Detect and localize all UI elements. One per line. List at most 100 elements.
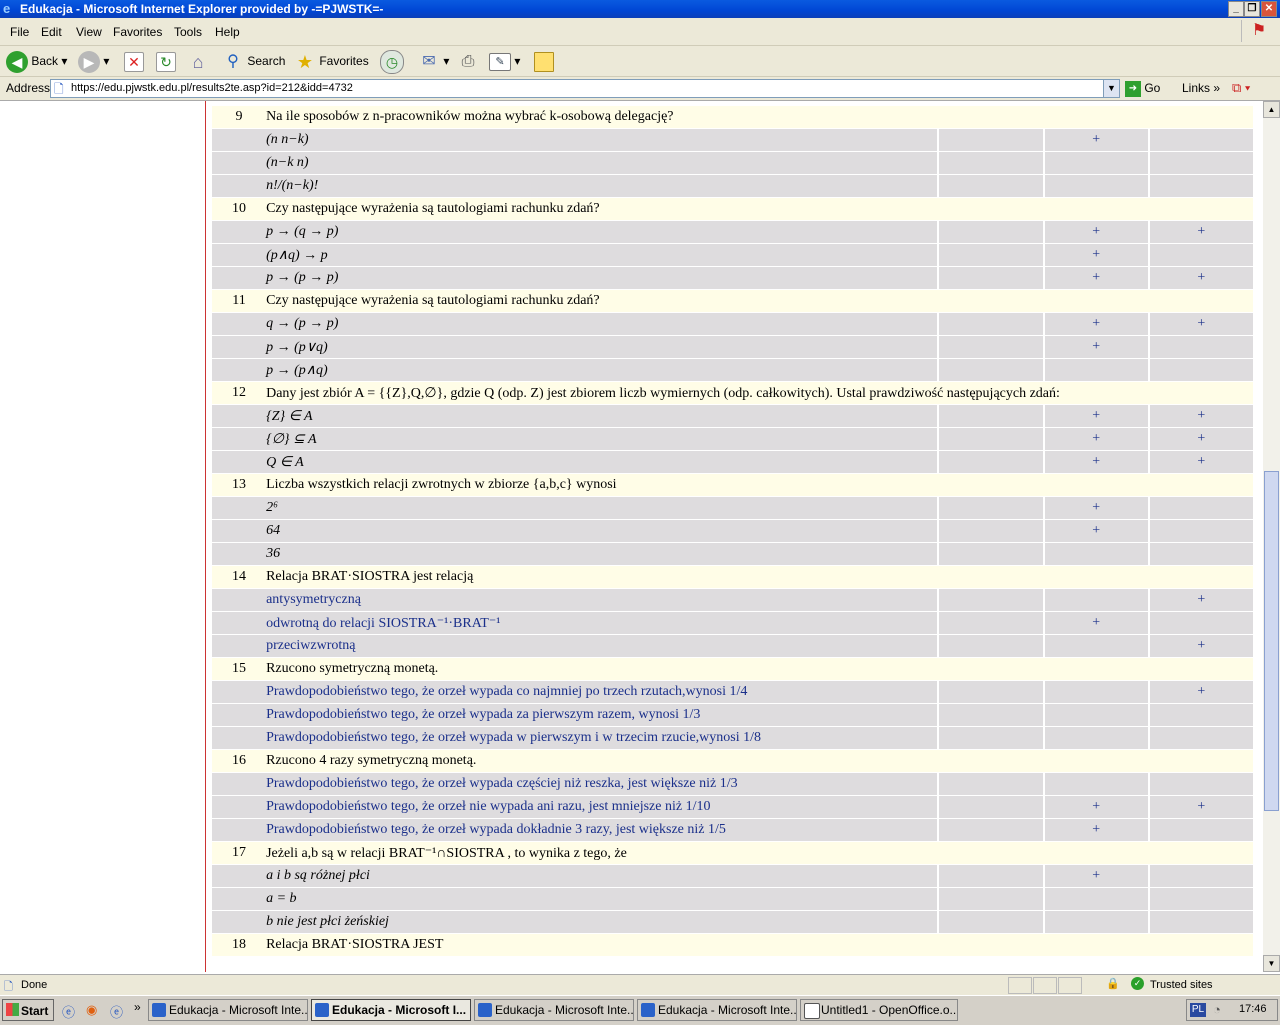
answer-spacer (212, 267, 267, 290)
quicklaunch-ie-icon[interactable]: ⓔ (62, 1002, 75, 1021)
search-button[interactable]: ⚲ Search (222, 50, 285, 72)
answer-mark-col-2 (1042, 911, 1148, 934)
maximize-button[interactable]: ❐ (1244, 1, 1260, 17)
menu-tools[interactable]: Tools (174, 25, 202, 39)
menu-edit[interactable]: Edit (41, 25, 62, 39)
toolbar: ◀ Back ▾ ▶ ▾ ✕ ↻ ⌂ ⚲ Search ★ Favorites … (0, 46, 1280, 77)
answer-mark-col-1 (937, 152, 1043, 175)
status-bar: 🗋 Done 🔒 ✓ Trusted sites (0, 974, 1280, 995)
menu-file[interactable]: File (10, 25, 29, 39)
answer-mark-col-1 (937, 819, 1043, 842)
task-ie-1[interactable]: Edukacja - Microsoft Inte... (148, 999, 308, 1021)
task-openoffice[interactable]: Untitled1 - OpenOffice.o... (800, 999, 958, 1021)
scroll-down-arrow-icon[interactable]: ▼ (1263, 955, 1280, 972)
answer-mark-col-3: + (1147, 405, 1253, 428)
question-number: 9 (212, 106, 267, 129)
quicklaunch-more-icon[interactable]: » (134, 1000, 141, 1014)
favorites-button[interactable]: ★ Favorites (294, 50, 369, 72)
mail-button[interactable]: ✉ ▾ (418, 50, 449, 72)
answer-text: (n n−k) (266, 129, 938, 152)
go-button[interactable]: ➜ Go (1125, 79, 1160, 98)
answer-mark-col-3: + (1147, 267, 1253, 290)
trusted-check-icon: ✓ (1131, 977, 1144, 990)
question-text: Czy następujące wyrażenia są tautologiam… (266, 290, 1253, 313)
home-button[interactable]: ⌂ (187, 50, 209, 72)
answer-spacer (212, 428, 267, 451)
vertical-scrollbar[interactable]: ▲ ▼ (1263, 101, 1280, 972)
answer-mark-col-1 (937, 520, 1043, 543)
task-ie-4[interactable]: Edukacja - Microsoft Inte... (637, 999, 797, 1021)
answer-mark-col-2: + (1042, 612, 1148, 635)
menu-favorites[interactable]: Favorites (113, 25, 162, 39)
forward-button[interactable]: ▶ ▾ (78, 50, 109, 73)
answer-mark-col-3 (1147, 336, 1253, 359)
task-ie-2-active[interactable]: Edukacja - Microsoft I... (311, 999, 471, 1021)
back-button[interactable]: ◀ Back ▾ (6, 50, 67, 73)
answer-row: 36 (212, 543, 1253, 566)
notes-button[interactable] (534, 50, 554, 72)
answer-text: b nie jest płci żeńskiej (266, 911, 938, 934)
answer-text: {∅} ⊆ A (266, 428, 938, 451)
minimize-button[interactable]: _ (1228, 1, 1244, 17)
refresh-icon: ↻ (156, 51, 176, 72)
edit-button[interactable]: ✎ ▾ (489, 50, 520, 72)
answer-mark-col-1 (937, 727, 1043, 750)
answer-row: Q ∈ A + + (212, 451, 1253, 474)
back-arrow-icon: ◀ (6, 50, 28, 73)
history-button[interactable]: ◷ (380, 50, 404, 74)
refresh-button[interactable]: ↻ (156, 50, 176, 72)
close-button[interactable]: ✕ (1261, 1, 1277, 17)
answer-mark-col-1 (937, 359, 1043, 382)
security-zone: Trusted sites (1150, 979, 1213, 991)
answer-row: odwrotną do relacji SIOSTRA⁻¹·BRAT⁻¹ + (212, 612, 1253, 635)
links-button[interactable]: Links » (1182, 81, 1220, 95)
answer-text: (n−k n) (266, 152, 938, 175)
answer-text: p → (p → p) (266, 267, 938, 290)
results-table: 9 Na ile sposobów z n-pracowników można w… (212, 106, 1253, 957)
answer-mark-col-3 (1147, 129, 1253, 152)
answer-mark-col-1 (937, 405, 1043, 428)
quicklaunch-firefox-icon[interactable]: ◉ (86, 1002, 97, 1018)
question-text: Relacja BRAT·SIOSTRA JEST (266, 934, 1253, 957)
answer-mark-col-2: + (1042, 428, 1148, 451)
print-button[interactable]: ⎙ (457, 50, 479, 72)
scroll-up-arrow-icon[interactable]: ▲ (1263, 101, 1280, 118)
question-text: Dany jest zbiór A = {{Z},Q,∅}, gdzie Q (… (266, 382, 1253, 405)
answer-row: b nie jest płci żeńskiej (212, 911, 1253, 934)
page-icon: 🗋 (54, 82, 64, 96)
ie-icon (641, 1003, 655, 1017)
printer-icon: ⎙ (461, 52, 475, 70)
answer-text: p → (q → p) (266, 221, 938, 244)
forward-arrow-icon: ▶ (78, 50, 100, 73)
answer-mark-col-1 (937, 244, 1043, 267)
answer-mark-col-3: + (1147, 451, 1253, 474)
status-text: Done (21, 979, 48, 991)
answer-mark-col-2 (1042, 543, 1148, 566)
task-ie-3[interactable]: Edukacja - Microsoft Inte... (474, 999, 634, 1021)
address-input[interactable]: 🗋 https://edu.pjwstk.edu.pl/results2te.a… (50, 79, 1120, 98)
address-dropdown-icon[interactable]: ▼ (1103, 80, 1119, 97)
tray-app-icon[interactable]: ◔ (1213, 1002, 1221, 1017)
answer-row: 64 + (212, 520, 1253, 543)
answer-text: 36 (266, 543, 938, 566)
answer-mark-col-2: + (1042, 497, 1148, 520)
start-button[interactable]: Start (2, 999, 54, 1021)
stop-button[interactable]: ✕ (124, 50, 144, 72)
answer-mark-col-3 (1147, 819, 1253, 842)
question-number: 10 (212, 198, 267, 221)
scroll-thumb[interactable] (1264, 471, 1279, 811)
language-indicator[interactable]: PL (1190, 1003, 1206, 1017)
go-arrow-icon: ➜ (1125, 80, 1141, 97)
history-icon: ◷ (380, 50, 404, 74)
quicklaunch-browser-icon[interactable]: ⓔ (110, 1002, 123, 1021)
answer-spacer (212, 497, 267, 520)
menu-help[interactable]: Help (215, 25, 240, 39)
toolbar-addon-icon[interactable]: ⧉ ▾ (1232, 80, 1250, 96)
menu-view[interactable]: View (76, 25, 102, 39)
status-pane (1008, 977, 1032, 994)
question-row: 14 Relacja BRAT·SIOSTRA jest relacją (212, 566, 1253, 589)
answer-spacer (212, 543, 267, 566)
answer-row: antysymetryczną + (212, 589, 1253, 612)
answer-mark-col-3 (1147, 175, 1253, 198)
answer-mark-col-1 (937, 911, 1043, 934)
